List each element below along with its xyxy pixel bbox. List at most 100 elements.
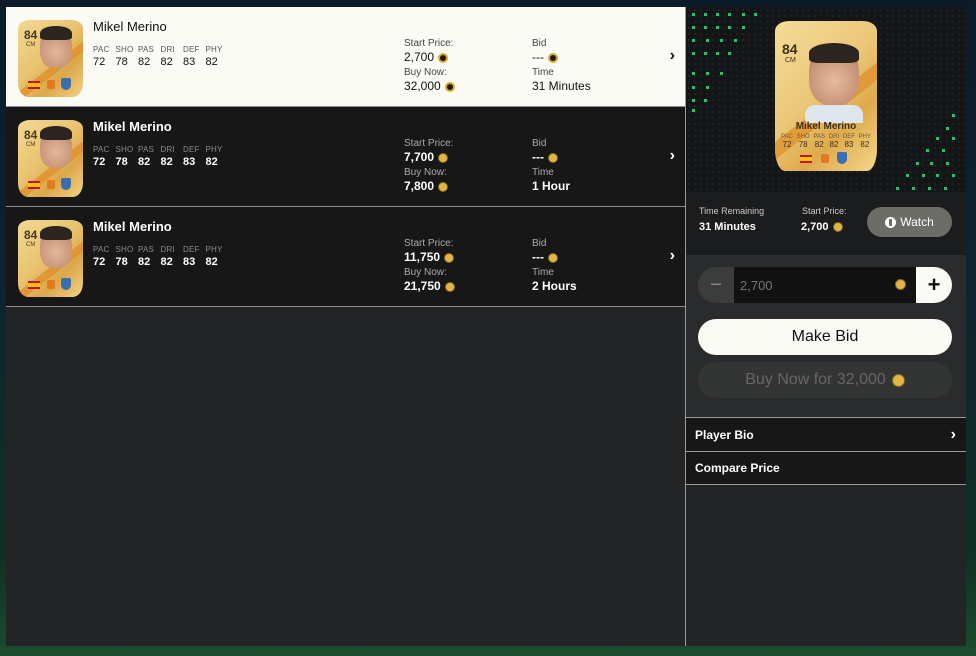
stat-value: 82 [138, 156, 151, 168]
stat-sho: SHO 78 [116, 45, 139, 68]
price-column: Start Price: 7,700 Buy Now: 7,800 [404, 138, 453, 196]
player-portrait-hair [40, 226, 72, 240]
stat-label: PAS [138, 245, 155, 254]
listing-row[interactable]: 84 CM Mikel Merino PAC 72 SHO 78 PAS 82 … [6, 107, 685, 207]
card-stat-dri: DRI 82 [829, 134, 839, 149]
stat-value: 82 [860, 140, 870, 149]
chevron-right-icon[interactable]: › [670, 247, 675, 265]
stat-value: 82 [160, 156, 173, 168]
stat-value: 82 [205, 56, 218, 68]
bid-actions: − + Make Bid Buy Now for 32,000 [686, 255, 966, 417]
decorative-dot [704, 26, 707, 29]
coin-icon [548, 52, 558, 63]
player-card-large[interactable]: 84 CM Mikel Merino PAC 72 SHO 78 PAS 82 DRI 82 D… [775, 21, 877, 171]
coin-icon [832, 222, 843, 232]
bid-amount-input[interactable] [734, 267, 916, 303]
stat-value: 83 [183, 156, 196, 168]
decorative-dot [692, 109, 695, 112]
card-stat-phy: PHY 82 [859, 134, 871, 149]
stat-value: 82 [205, 156, 218, 168]
listing-row[interactable]: 84 CM Mikel Merino PAC 72 SHO 78 PAS 82 … [6, 207, 685, 307]
bid-amount: --- [532, 250, 544, 264]
decorative-dot [704, 13, 707, 16]
stat-label: DEF [183, 245, 200, 254]
decorative-dot [704, 99, 707, 102]
time-label: Time [532, 67, 554, 78]
start-price-amount: 2,700 [801, 221, 829, 233]
listing-list: 84 CM Mikel Merino PAC 72 SHO 78 PAS 82 … [6, 7, 686, 646]
player-portrait-hair [40, 26, 72, 40]
listing-row[interactable]: 84 CM Mikel Merino PAC 72 SHO 78 PAS 82 … [6, 7, 685, 107]
stat-label: SHO [115, 145, 134, 154]
stat-value: 82 [829, 140, 839, 149]
chevron-right-icon: › [950, 425, 956, 443]
coin-icon [438, 181, 449, 192]
stat-label: SHO [115, 45, 134, 54]
decorative-dot [734, 39, 737, 42]
chevron-right-icon[interactable]: › [670, 47, 675, 65]
decorative-dot [944, 187, 947, 190]
buy-now-amount: 32,000 [404, 79, 441, 93]
chevron-right-icon[interactable]: › [670, 147, 675, 165]
bid-column: Bid --- Time 1 Hour [532, 138, 570, 196]
decrease-bid-button[interactable]: − [698, 267, 734, 303]
menu-item-label: Compare Price [695, 461, 780, 475]
time-value: 31 Minutes [532, 79, 591, 93]
decorative-dot [706, 72, 709, 75]
coin-icon [548, 152, 558, 163]
buy-now-button[interactable]: Buy Now for 32,000 [698, 362, 952, 398]
card-rating: 84 [782, 41, 798, 57]
watch-icon [885, 216, 897, 228]
decorative-dot [720, 39, 723, 42]
watch-button[interactable]: Watch [867, 207, 952, 237]
time-label: Time [532, 167, 554, 178]
stat-value: 72 [782, 140, 792, 149]
card-position: CM [26, 142, 36, 148]
decorative-dot [896, 187, 899, 190]
menu-item-label: Player Bio [695, 427, 754, 442]
make-bid-button[interactable]: Make Bid [698, 319, 952, 355]
club-badge-icon [61, 278, 71, 290]
stat-label: PAC [93, 45, 110, 54]
buy-now-value: 21,750 [404, 279, 455, 294]
stat-phy: PHY 82 [206, 245, 229, 268]
decorative-dot [728, 26, 731, 29]
decorative-dot [922, 174, 925, 177]
nation-flag-icon [28, 81, 40, 89]
decorative-dot [716, 52, 719, 55]
watch-label: Watch [900, 215, 934, 229]
nation-flag-icon [800, 155, 812, 163]
stat-label: DRI [160, 145, 175, 154]
card-stat-pas: PAS 82 [813, 134, 825, 149]
menu-item-player-bio[interactable]: Player Bio › [686, 417, 966, 451]
menu-item-compare-price[interactable]: Compare Price [686, 451, 966, 485]
start-price-amount: 11,750 [404, 250, 441, 264]
decorative-dot [706, 39, 709, 42]
start-price-label: Start Price: [802, 206, 847, 216]
player-stats: PAC 72 SHO 78 PAS 82 DRI 82 DEF 83 PHY 8… [93, 45, 228, 68]
club-badge-icon [61, 78, 71, 90]
bid-value: --- [532, 150, 570, 165]
bid-label: Bid [532, 138, 547, 149]
decorative-dot [936, 174, 939, 177]
buy-now-label: Buy Now: [404, 267, 447, 278]
card-position: CM [26, 242, 36, 248]
stat-label: DRI [160, 245, 175, 254]
decorative-dot [928, 187, 931, 190]
start-price-value: 2,700 [404, 50, 455, 65]
stat-pac: PAC 72 [93, 245, 116, 268]
stat-value: 82 [814, 140, 824, 149]
decorative-dot [692, 52, 695, 55]
stat-value: 83 [183, 56, 196, 68]
coin-icon [895, 279, 906, 290]
coin-icon [548, 252, 558, 263]
time-remaining-value: 31 Minutes [699, 221, 756, 233]
decorative-dot [706, 86, 709, 89]
decorative-dot [704, 52, 707, 55]
league-badge-icon [47, 180, 55, 189]
bid-column: Bid --- Time 31 Minutes [532, 38, 591, 96]
league-badge-icon [47, 80, 55, 89]
decorative-dot [692, 39, 695, 42]
increase-bid-button[interactable]: + [916, 267, 952, 303]
stat-value: 72 [93, 156, 106, 168]
